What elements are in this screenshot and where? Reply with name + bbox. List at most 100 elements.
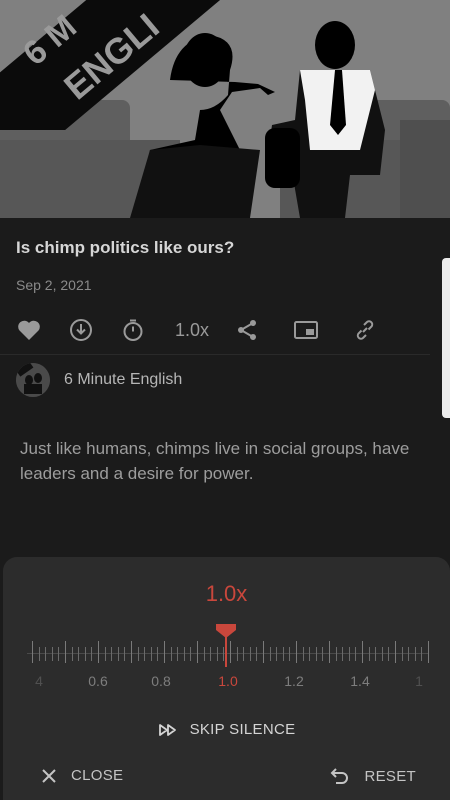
playback-speed-sheet: 1.0x 4 0.6 0.8 1.0 1.2 1.4 1 SKIP SILENC… bbox=[3, 557, 450, 800]
slider-tick bbox=[105, 647, 106, 661]
slider-tick bbox=[78, 647, 79, 661]
slider-tick bbox=[402, 647, 403, 661]
slider-tick bbox=[256, 647, 257, 661]
slider-tick bbox=[375, 647, 376, 661]
slider-tick bbox=[177, 647, 178, 661]
slider-tick bbox=[204, 647, 205, 661]
slider-tick bbox=[316, 647, 317, 661]
slider-tick bbox=[171, 647, 172, 661]
tick-label: 4 bbox=[35, 673, 43, 689]
slider-tick bbox=[283, 647, 284, 661]
slider-tick bbox=[309, 647, 310, 661]
episode-artwork: 6 M ENGLI bbox=[0, 0, 450, 218]
download-icon[interactable] bbox=[68, 316, 94, 344]
share-icon[interactable] bbox=[234, 316, 260, 344]
slider-tick bbox=[408, 647, 409, 661]
skip-silence-button[interactable]: SKIP SILENCE bbox=[3, 721, 450, 738]
slider-tick bbox=[296, 641, 297, 663]
reset-label: RESET bbox=[364, 767, 416, 785]
slider-tick bbox=[217, 647, 218, 661]
heart-icon[interactable] bbox=[16, 316, 42, 344]
slider-tick bbox=[52, 647, 53, 661]
picture-in-picture-icon[interactable] bbox=[292, 316, 320, 344]
slider-tick bbox=[164, 641, 165, 663]
slider-marker-icon[interactable] bbox=[215, 623, 237, 639]
slider-tick bbox=[369, 647, 370, 661]
slider-tick bbox=[270, 647, 271, 661]
playback-speed-label: 1.0x bbox=[174, 319, 210, 340]
slider-tick bbox=[276, 647, 277, 661]
slider-tick bbox=[91, 647, 92, 661]
speed-slider[interactable]: 4 0.6 0.8 1.0 1.2 1.4 1 bbox=[3, 617, 450, 697]
slider-tick bbox=[329, 641, 330, 663]
close-button[interactable]: CLOSE bbox=[41, 767, 123, 784]
slider-tick bbox=[322, 647, 323, 661]
fast-forward-icon bbox=[158, 723, 176, 736]
slider-tick bbox=[336, 647, 337, 661]
slider-tick bbox=[342, 647, 343, 661]
slider-tick bbox=[144, 647, 145, 661]
slider-tick bbox=[45, 647, 46, 661]
slider-tick bbox=[223, 647, 224, 661]
slider-tick bbox=[230, 641, 231, 663]
slider-tick bbox=[98, 641, 99, 663]
slider-tick bbox=[184, 647, 185, 661]
podcast-name: 6 Minute English bbox=[64, 371, 183, 388]
slider-tick bbox=[111, 647, 112, 661]
link-icon[interactable] bbox=[352, 316, 378, 344]
slider-tick bbox=[85, 647, 86, 661]
slider-tick bbox=[124, 647, 125, 661]
slider-tick bbox=[118, 647, 119, 661]
close-label: CLOSE bbox=[71, 767, 124, 784]
slider-tick bbox=[39, 647, 40, 661]
tick-label: 1.2 bbox=[284, 673, 304, 689]
slider-tick bbox=[151, 647, 152, 661]
slider-tick bbox=[382, 647, 383, 661]
podcast-avatar bbox=[16, 363, 50, 397]
slider-tick bbox=[157, 647, 158, 661]
slider-tick bbox=[349, 647, 350, 661]
slider-tick bbox=[138, 647, 139, 661]
slider-tick bbox=[197, 641, 198, 663]
slider-tick bbox=[58, 647, 59, 661]
tick-label-active: 1.0 bbox=[218, 673, 238, 689]
slider-tick bbox=[237, 647, 238, 661]
slider-tick bbox=[263, 641, 264, 663]
slider-tick bbox=[388, 647, 389, 661]
artwork-label: 6 M ENGLI bbox=[0, 0, 260, 130]
reset-button[interactable]: RESET bbox=[330, 767, 416, 785]
slider-tick bbox=[243, 647, 244, 661]
slider-tick bbox=[362, 641, 363, 663]
slider-tick bbox=[250, 647, 251, 661]
podcast-source[interactable]: 6 Minute English bbox=[16, 363, 183, 397]
tick-label: 1.4 bbox=[350, 673, 370, 689]
episode-description: Just like humans, chimps live in social … bbox=[20, 439, 410, 483]
current-speed: 1.0x bbox=[205, 581, 248, 606]
slider-tick bbox=[303, 647, 304, 661]
slider-tick bbox=[395, 641, 396, 663]
slider-tick bbox=[355, 647, 356, 661]
action-bar: 1.0x bbox=[0, 316, 450, 346]
episode-date: Sep 2, 2021 bbox=[16, 277, 92, 293]
tick-label: 0.8 bbox=[151, 673, 171, 689]
slider-tick bbox=[65, 641, 66, 663]
scrollbar-thumb[interactable] bbox=[442, 258, 450, 418]
slider-indicator-line bbox=[225, 637, 227, 667]
timer-icon[interactable] bbox=[120, 316, 146, 344]
slider-tick bbox=[32, 641, 33, 663]
tick-label: 1 bbox=[415, 673, 423, 689]
skip-silence-label: SKIP SILENCE bbox=[189, 721, 296, 738]
tick-label: 0.6 bbox=[88, 673, 108, 689]
playback-speed-button[interactable]: 1.0x bbox=[170, 316, 214, 344]
slider-tick bbox=[190, 647, 191, 661]
undo-icon bbox=[331, 768, 349, 784]
slider-tick bbox=[421, 647, 422, 661]
slider-tick bbox=[131, 641, 132, 663]
slider-tick bbox=[210, 647, 211, 661]
close-icon bbox=[42, 768, 56, 783]
slider-tick bbox=[415, 647, 416, 661]
slider-tick bbox=[72, 647, 73, 661]
episode-details: Is chimp politics like ours? Sep 2, 2021… bbox=[0, 218, 450, 558]
slider-tick bbox=[428, 641, 429, 663]
divider bbox=[0, 354, 430, 355]
